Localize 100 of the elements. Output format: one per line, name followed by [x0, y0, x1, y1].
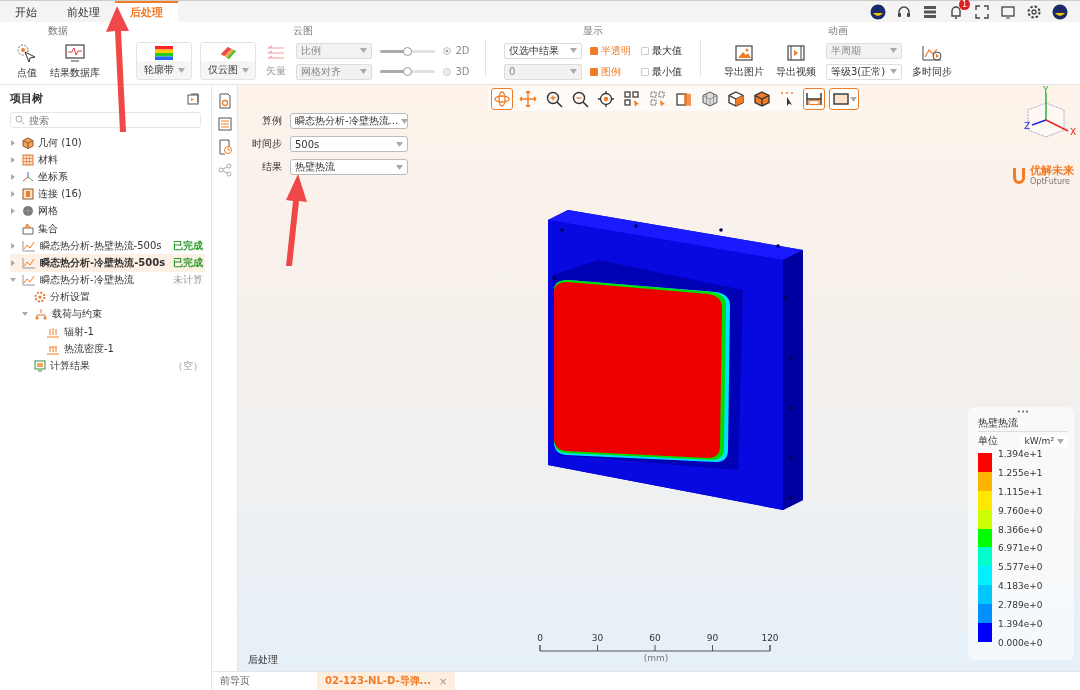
- tree-item[interactable]: 连接 (16): [10, 185, 205, 203]
- scale-label: 0: [537, 633, 543, 643]
- legend-value: 1.255e+1: [998, 466, 1043, 480]
- ribbon-tab[interactable]: 前处理: [52, 1, 115, 22]
- caret-icon: [177, 67, 185, 73]
- tree-item-label: 瞬态热分析-冷壁热流: [40, 273, 134, 288]
- tree-item[interactable]: 热流密度-1: [10, 340, 205, 358]
- expand-arrow-icon[interactable]: [10, 191, 16, 198]
- list-settings-icon[interactable]: [217, 117, 232, 131]
- document-gear-icon[interactable]: [217, 93, 232, 109]
- avatar-icon[interactable]: [1052, 3, 1068, 20]
- tree-item[interactable]: 瞬态热分析-冷壁热流 未计算: [10, 271, 205, 289]
- result-database-button[interactable]: 结果数据库: [48, 42, 102, 80]
- tree-item[interactable]: 集合: [10, 219, 205, 238]
- contour-only-dropdown[interactable]: 仅云图: [200, 42, 257, 80]
- headset-icon[interactable]: [896, 3, 912, 20]
- result-dropdown[interactable]: 热壁热流: [290, 159, 408, 175]
- status-label: （空）: [173, 359, 203, 374]
- export-video-button[interactable]: 导出视频: [774, 43, 818, 79]
- tree-item[interactable]: 计算结果 （空）: [10, 357, 205, 375]
- tree-item-label: 坐标系: [38, 169, 68, 184]
- collapse-arrow-icon[interactable]: [10, 277, 16, 284]
- tree-item-label: 分析设置: [50, 290, 90, 305]
- tree-item-label: 载荷与约束: [52, 307, 102, 322]
- scale-label: 90: [706, 633, 719, 643]
- contour-band-dropdown[interactable]: 轮廓带: [136, 42, 193, 80]
- tree-item[interactable]: 瞬态热分析-冷壁热流-500s 已完成: [10, 254, 205, 272]
- caret-icon: [360, 48, 368, 53]
- avatar-icon[interactable]: [870, 3, 886, 20]
- dropdown[interactable]: 仅选中结果: [504, 42, 582, 59]
- expand-arrow-icon[interactable]: [10, 156, 16, 163]
- status-label: 已完成: [173, 255, 203, 270]
- document-tab[interactable]: 前导页: [212, 672, 317, 690]
- caret-icon: [570, 69, 577, 74]
- expand-arrow-icon[interactable]: [10, 139, 16, 146]
- mesh-icon: [22, 205, 34, 218]
- tree-item[interactable]: 辐射-1: [10, 323, 205, 341]
- tree-item-label: 瞬态热分析-热壁热流-500s: [40, 238, 162, 253]
- gear-icon: [34, 291, 46, 304]
- expand-arrow-icon[interactable]: [10, 259, 16, 266]
- caret-icon: [890, 69, 897, 74]
- axes-icon: [22, 170, 34, 183]
- unit-dropdown[interactable]: kW/m²: [1020, 435, 1068, 447]
- ruler-icon[interactable]: [803, 88, 825, 110]
- tree-item[interactable]: 网格: [10, 202, 205, 220]
- multi-time-sync-button[interactable]: 多时同步: [910, 43, 954, 79]
- checkbox[interactable]: 最大值: [641, 42, 682, 59]
- radio-option[interactable]: 3D: [443, 63, 470, 80]
- tree-item[interactable]: 几何 (10): [10, 134, 205, 152]
- expand-arrow-icon[interactable]: [10, 208, 16, 215]
- document-clock-icon[interactable]: [217, 139, 232, 155]
- ribbon-tab[interactable]: 开始: [0, 1, 52, 22]
- settings-icon[interactable]: [1026, 3, 1042, 20]
- result-dropdown[interactable]: 500s: [290, 136, 408, 152]
- fullscreen-icon[interactable]: [974, 3, 990, 20]
- slider[interactable]: [380, 49, 436, 53]
- tree-item[interactable]: 材料: [10, 151, 205, 169]
- slider[interactable]: [380, 69, 436, 73]
- scale-label: 60: [649, 633, 661, 643]
- chart-icon: [22, 274, 36, 287]
- caret-icon: [396, 141, 403, 147]
- expand-arrow-icon[interactable]: [10, 173, 16, 180]
- bell-icon[interactable]: [948, 3, 964, 20]
- checkbox[interactable]: 最小值: [641, 63, 682, 80]
- grid-icon: [22, 153, 34, 166]
- tree-item[interactable]: 分析设置: [10, 288, 205, 306]
- tree-item[interactable]: 瞬态热分析-热壁热流-500s 已完成: [10, 237, 205, 255]
- caret-icon: [1057, 438, 1064, 444]
- dropdown[interactable]: 等级3(正常): [826, 63, 902, 80]
- contour-surface-icon: [219, 46, 238, 60]
- arrows-icon: [266, 44, 287, 61]
- legend-value: 1.115e+1: [998, 485, 1043, 499]
- axis-triad-drawing: Y X Z: [1008, 85, 1078, 155]
- tree-item[interactable]: 载荷与约束: [10, 305, 205, 324]
- collapse-arrow-icon[interactable]: [22, 311, 28, 318]
- radio-option[interactable]: 2D: [443, 42, 470, 59]
- tree-item[interactable]: 坐标系: [10, 168, 205, 186]
- monitor-icon: [64, 42, 86, 63]
- caret-icon: [401, 118, 409, 124]
- export-image-button[interactable]: 导出图片: [722, 43, 766, 79]
- color-band-icon: [155, 46, 174, 60]
- server-icon[interactable]: [922, 3, 938, 20]
- expand-arrow-icon[interactable]: [10, 242, 16, 249]
- target-icon[interactable]: [595, 88, 617, 110]
- frame-icon: [831, 90, 850, 108]
- search-field[interactable]: 搜索: [10, 112, 201, 128]
- caret-icon: [396, 164, 403, 170]
- status-label: 未计算: [173, 273, 203, 288]
- caret-icon: [570, 48, 577, 53]
- tree-item-label: 材料: [38, 152, 58, 167]
- group-title: 云图: [293, 24, 313, 38]
- rotate-icon[interactable]: [491, 88, 513, 110]
- point-value-button[interactable]: 点值: [14, 42, 40, 80]
- view-mode-dropdown[interactable]: [829, 88, 859, 110]
- result-dropdown[interactable]: 瞬态热分析-冷壁热流...: [290, 113, 408, 129]
- panel-toggle-icon[interactable]: [187, 92, 199, 105]
- tree-item-label: 瞬态热分析-冷壁热流-500s: [40, 255, 166, 270]
- monitor-icon: [34, 360, 46, 373]
- monitor-icon[interactable]: [1000, 3, 1016, 20]
- tree-item-label: 连接 (16): [38, 187, 82, 202]
